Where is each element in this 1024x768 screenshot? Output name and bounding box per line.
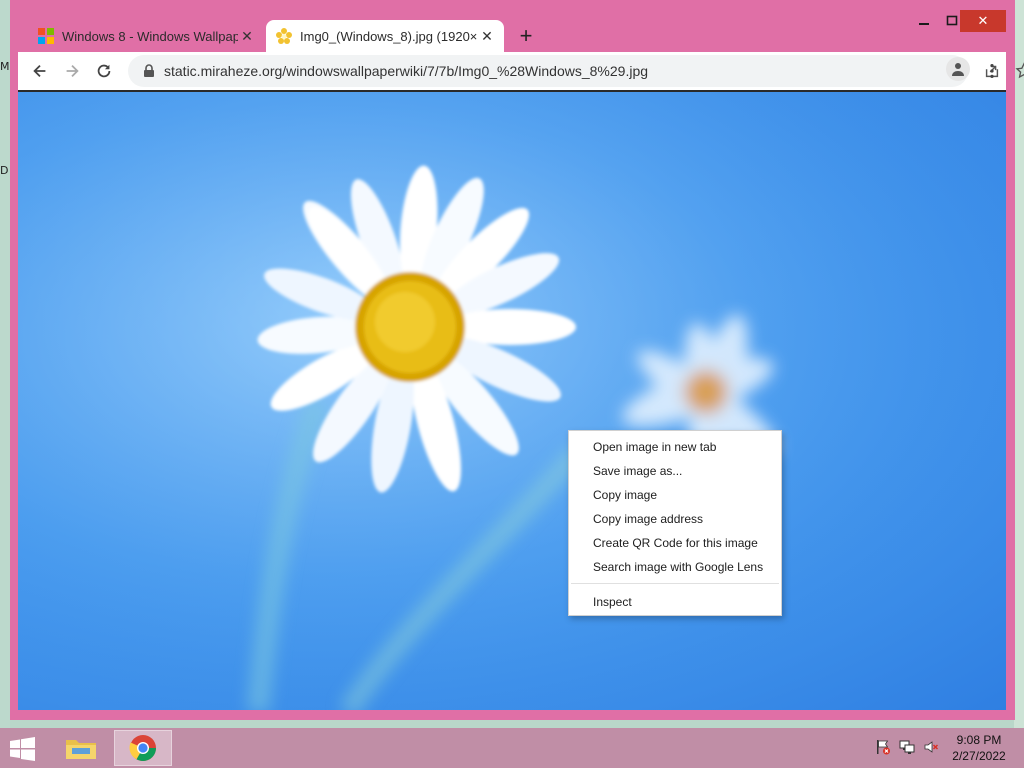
tab-windows-wallpaper[interactable]: Windows 8 - Windows Wallpaper ✕ xyxy=(28,20,264,52)
menu-item-copy-image[interactable]: Copy image xyxy=(593,485,657,505)
taskbar-chrome[interactable] xyxy=(114,730,172,766)
forward-icon xyxy=(66,64,79,78)
menu-item-save-image-as[interactable]: Save image as... xyxy=(593,461,682,481)
desktop-right-edge xyxy=(1014,0,1024,728)
tab-strip: Windows 8 - Windows Wallpaper ✕ Img0_(Wi… xyxy=(10,0,1015,52)
lock-icon xyxy=(144,64,154,77)
maximize-icon xyxy=(946,15,958,26)
forward-button[interactable] xyxy=(58,57,86,85)
daisy-wallpaper-image[interactable] xyxy=(18,92,1006,710)
tray-action-center[interactable] xyxy=(872,736,894,758)
minimize-icon xyxy=(919,23,929,25)
menu-icon xyxy=(990,63,994,79)
tab-img0-windows8[interactable]: Img0_(Windows_8).jpg (1920×12 ✕ xyxy=(266,20,504,52)
taskbar: 9:08 PM 2/27/2022 xyxy=(0,728,1024,768)
windows-start-icon xyxy=(10,737,35,761)
bookmark-button[interactable] xyxy=(1010,57,1024,85)
clock-date: 2/27/2022 xyxy=(952,749,1006,763)
profile-button[interactable] xyxy=(946,57,970,81)
windows-logo-icon xyxy=(38,28,54,44)
menu-item-search-google-lens[interactable]: Search image with Google Lens xyxy=(593,557,763,577)
tab-title: Windows 8 - Windows Wallpaper xyxy=(62,28,238,44)
menu-separator xyxy=(571,583,779,584)
taskbar-file-explorer[interactable] xyxy=(52,730,110,766)
profile-icon xyxy=(952,63,964,76)
tab-title: Img0_(Windows_8).jpg (1920×12 xyxy=(300,28,478,44)
tray-network[interactable] xyxy=(896,736,918,758)
address-bar[interactable]: static.miraheze.org/windowswallpaperwiki… xyxy=(128,55,1024,87)
reload-button[interactable] xyxy=(90,57,118,85)
new-tab-button[interactable]: + xyxy=(514,24,538,48)
reload-icon xyxy=(97,64,111,78)
image-context-menu: Open image in new tab Save image as... C… xyxy=(568,430,782,616)
close-window-button[interactable]: ✕ xyxy=(960,10,1006,32)
chrome-icon xyxy=(129,735,157,762)
browser-toolbar: static.miraheze.org/windowswallpaperwiki… xyxy=(18,52,1024,90)
network-icon xyxy=(899,740,915,754)
action-center-flag-icon xyxy=(877,740,890,755)
menu-item-create-qr-code[interactable]: Create QR Code for this image xyxy=(593,533,758,553)
menu-item-inspect[interactable]: Inspect xyxy=(593,592,632,612)
desktop-left-edge xyxy=(0,0,10,728)
minimize-button[interactable] xyxy=(912,10,936,32)
tab-close-icon[interactable]: ✕ xyxy=(478,27,496,45)
tab-close-icon[interactable]: ✕ xyxy=(238,27,256,45)
tray-volume[interactable] xyxy=(920,736,942,758)
file-explorer-icon xyxy=(66,740,96,759)
browser-window: Windows 8 - Windows Wallpaper ✕ Img0_(Wi… xyxy=(10,0,1024,720)
desktop-icon-label-fragment: M xyxy=(0,60,10,73)
clock-time: 9:08 PM xyxy=(956,733,1002,747)
menu-item-open-image-new-tab[interactable]: Open image in new tab xyxy=(593,437,716,457)
back-icon xyxy=(33,64,46,78)
url-text: static.miraheze.org/windowswallpaperwiki… xyxy=(164,63,649,79)
system-clock[interactable]: 9:08 PM 2/27/2022 xyxy=(946,732,1012,764)
menu-item-copy-image-address[interactable]: Copy image address xyxy=(593,509,703,529)
desktop-icon-label-fragment: D xyxy=(0,164,9,177)
volume-muted-icon xyxy=(924,741,939,753)
start-button[interactable] xyxy=(8,737,38,761)
image-viewport[interactable] xyxy=(18,90,1006,710)
bookmark-star-icon xyxy=(1015,62,1024,79)
flower-favicon-icon xyxy=(276,28,292,44)
back-button[interactable] xyxy=(26,57,54,85)
browser-menu-button[interactable] xyxy=(978,57,1006,85)
